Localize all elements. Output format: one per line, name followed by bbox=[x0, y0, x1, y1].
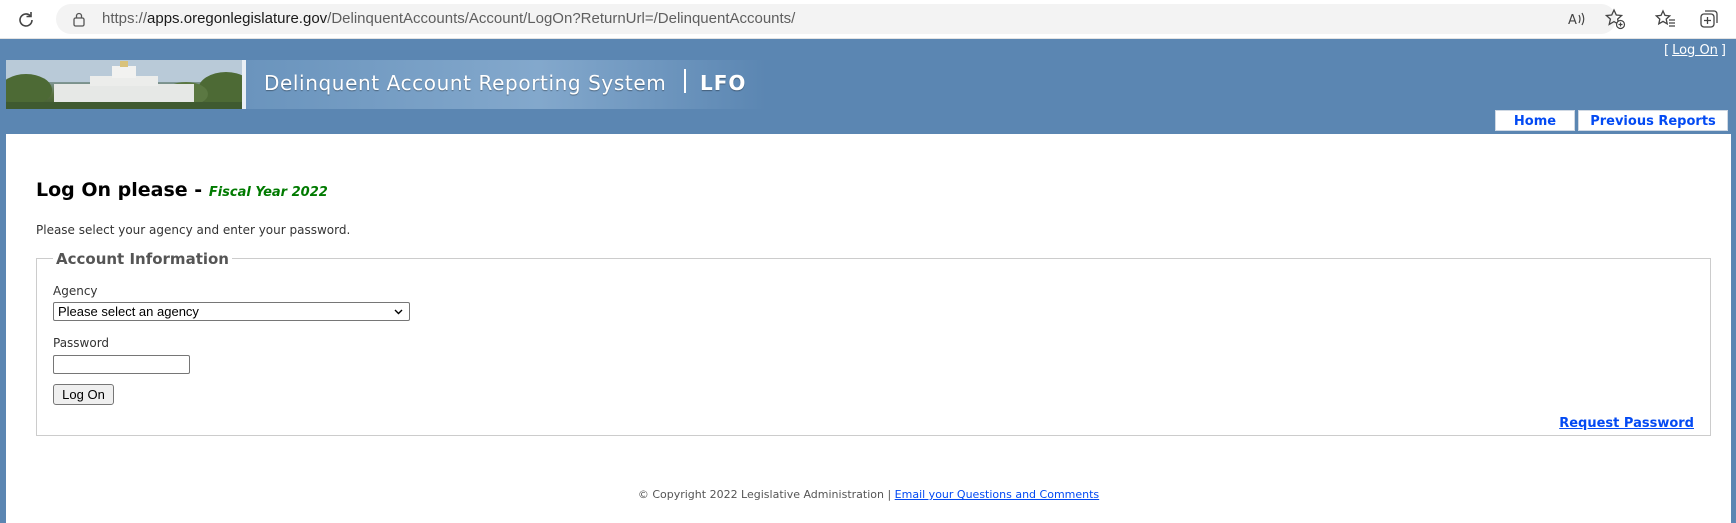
url-prefix: https:// bbox=[102, 10, 148, 27]
title-separator bbox=[684, 69, 686, 93]
chevron-down-icon bbox=[394, 309, 403, 315]
url-text[interactable]: https://apps.oregonlegislature.gov/Delin… bbox=[102, 10, 795, 27]
menu-previous-reports[interactable]: Previous Reports bbox=[1578, 110, 1728, 131]
page-title: Log On please - Fiscal Year 2022 bbox=[36, 179, 328, 201]
request-password-link[interactable]: Request Password bbox=[1559, 416, 1694, 431]
url-path: /DelinquentAccounts/Account/LogOn?Return… bbox=[327, 10, 796, 27]
capitol-building-image bbox=[6, 60, 242, 109]
agency-select[interactable]: Please select an agency bbox=[53, 302, 410, 321]
browser-toolbar: https://apps.oregonlegislature.gov/Delin… bbox=[0, 0, 1736, 39]
instructions: Please select your agency and enter your… bbox=[36, 223, 351, 237]
site-tag: LFO bbox=[700, 71, 747, 95]
svg-text:A: A bbox=[1568, 13, 1577, 28]
main-content: Log On please - Fiscal Year 2022 Please … bbox=[6, 134, 1731, 523]
fieldset-legend: Account Information bbox=[53, 250, 232, 268]
login-bracket-close: ] bbox=[1720, 43, 1726, 58]
page-title-text: Log On please - bbox=[36, 179, 203, 201]
email-questions-link[interactable]: Email your Questions and Comments bbox=[895, 488, 1100, 501]
banner-divider bbox=[242, 60, 246, 109]
fiscal-year: Fiscal Year 2022 bbox=[208, 185, 328, 200]
agency-selected-value: Please select an agency bbox=[58, 304, 199, 319]
page: [Log On] Delinquent Account Reporting Sy… bbox=[0, 39, 1736, 523]
password-field[interactable] bbox=[53, 355, 190, 374]
header-logon-link[interactable]: Log On bbox=[1672, 43, 1718, 58]
login-display: [Log On] bbox=[1664, 43, 1726, 58]
address-bar[interactable]: https://apps.oregonlegislature.gov/Delin… bbox=[56, 4, 1616, 34]
url-host: apps.oregonlegislature.gov bbox=[147, 10, 328, 27]
read-aloud-icon[interactable]: A bbox=[1566, 8, 1588, 30]
favorites-icon[interactable] bbox=[1654, 8, 1676, 30]
add-favorite-icon[interactable] bbox=[1604, 8, 1626, 30]
menu-home[interactable]: Home bbox=[1495, 110, 1575, 131]
logon-button[interactable]: Log On bbox=[53, 384, 114, 405]
collections-icon[interactable] bbox=[1698, 8, 1720, 30]
account-information-fieldset: Account Information Agency Please select… bbox=[36, 250, 1711, 436]
login-bracket-open: [ bbox=[1664, 43, 1670, 58]
password-label: Password bbox=[53, 336, 110, 350]
copyright-text: © Copyright 2022 Legislative Administrat… bbox=[637, 488, 892, 501]
reload-icon[interactable] bbox=[15, 9, 37, 31]
lock-icon[interactable] bbox=[72, 11, 86, 27]
agency-label: Agency bbox=[53, 284, 98, 298]
footer: © Copyright 2022 Legislative Administrat… bbox=[6, 488, 1731, 501]
site-banner: Delinquent Account Reporting System LFO bbox=[6, 60, 766, 109]
site-title: Delinquent Account Reporting System bbox=[264, 71, 667, 95]
